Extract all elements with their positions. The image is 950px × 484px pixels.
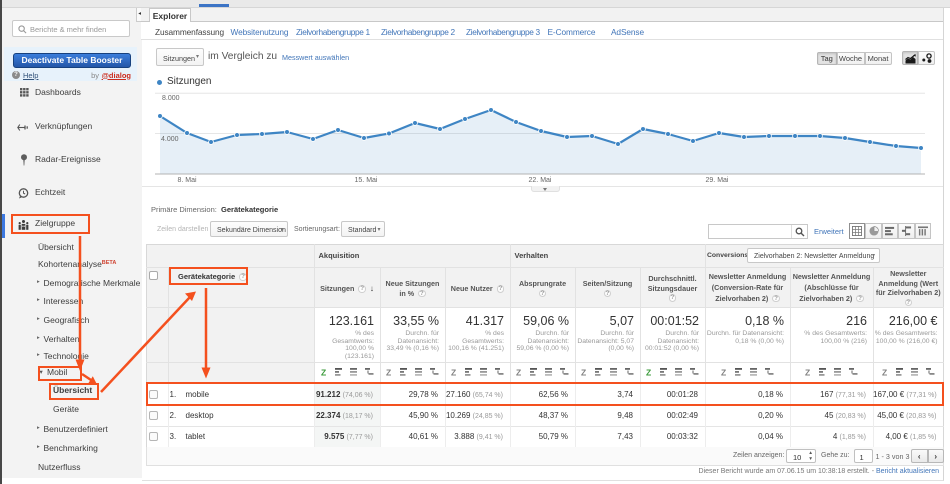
svg-text:15. Mai: 15. Mai <box>355 177 378 184</box>
svg-text:Z: Z <box>451 368 456 376</box>
svg-text:Z: Z <box>516 368 521 376</box>
svg-text:8.000: 8.000 <box>162 95 180 102</box>
svg-text:Z: Z <box>805 368 810 376</box>
svg-text:22. Mai: 22. Mai <box>529 177 552 184</box>
svg-text:Z: Z <box>386 368 391 376</box>
svg-text:Z: Z <box>321 368 326 376</box>
svg-text:Z: Z <box>581 368 586 376</box>
svg-text:29. Mai: 29. Mai <box>706 177 729 184</box>
svg-text:4.000: 4.000 <box>161 136 179 143</box>
svg-text:Z: Z <box>721 368 726 376</box>
svg-text:Z: Z <box>646 368 651 376</box>
svg-text:8. Mai: 8. Mai <box>177 177 197 184</box>
svg-text:Z: Z <box>882 368 887 376</box>
